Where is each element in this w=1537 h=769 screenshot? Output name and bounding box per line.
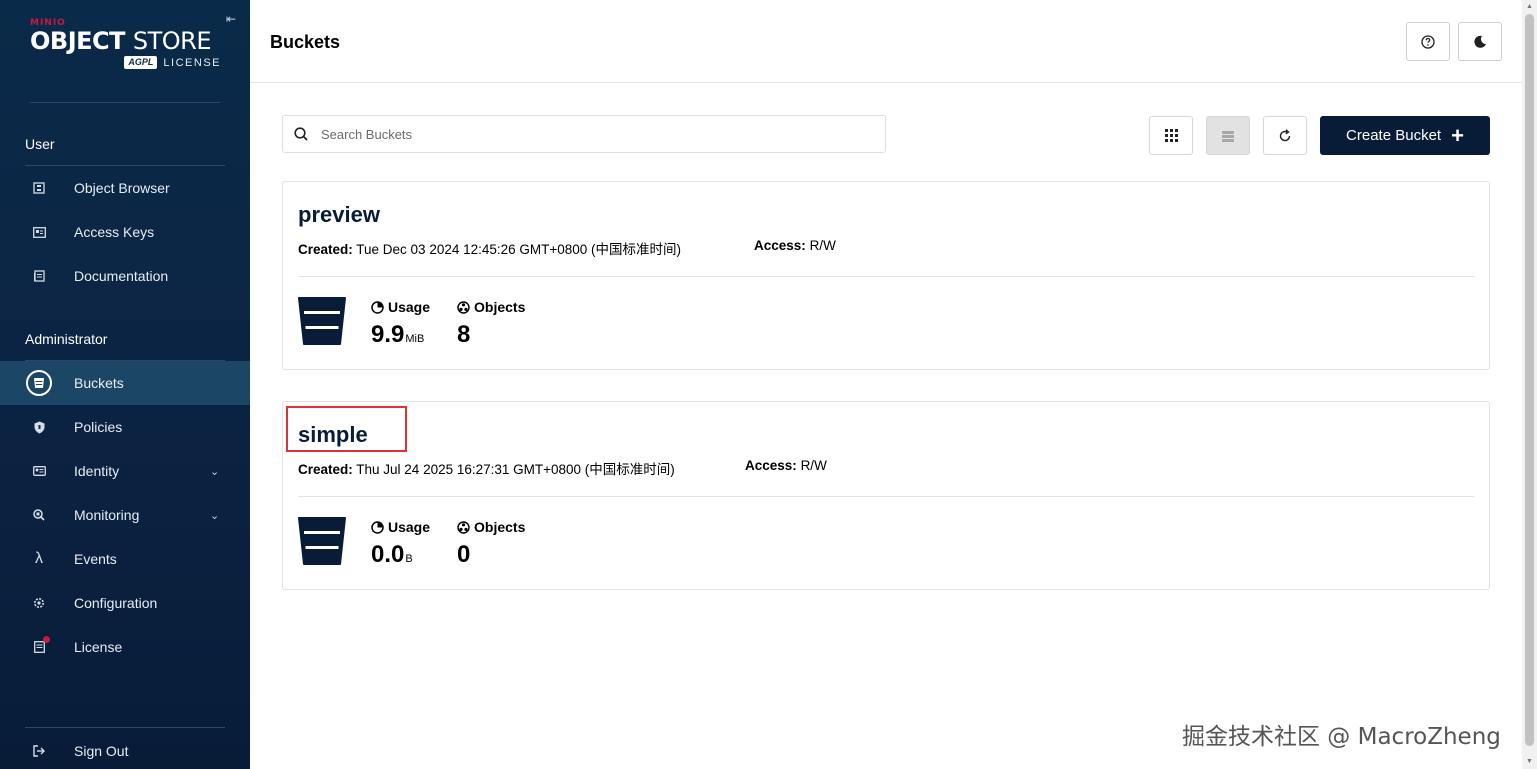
bucket-created: Created: Thu Jul 24 2025 16:27:31 GMT+08… [298, 462, 675, 477]
list-view-button[interactable] [1206, 116, 1250, 155]
bucket-created: Created: Tue Dec 03 2024 12:45:26 GMT+08… [298, 242, 682, 257]
objects-header: Objects [457, 519, 525, 535]
create-bucket-label: Create Bucket [1346, 127, 1442, 144]
section-title-user: User [25, 136, 55, 152]
access-keys-icon [30, 223, 48, 241]
sidebar-item-policies[interactable]: Policies [0, 405, 250, 449]
bucket-access: Access: R/W [745, 458, 827, 473]
sidebar-divider [30, 102, 220, 103]
dark-mode-toggle[interactable] [1458, 22, 1502, 61]
sidebar-divider [25, 727, 225, 728]
sidebar-item-label: Identity [74, 463, 120, 479]
refresh-icon [1279, 128, 1291, 141]
create-bucket-button[interactable]: Create Bucket + [1320, 116, 1490, 155]
sidebar-item-label: License [74, 639, 123, 655]
license-icon [30, 636, 50, 656]
section-title-administrator: Administrator [25, 331, 108, 347]
page-title: Buckets [270, 32, 341, 52]
objects-icon [457, 520, 470, 534]
sidebar-item-identity[interactable]: Identity ⌄ [0, 449, 250, 493]
shield-icon [30, 418, 48, 436]
monitoring-icon [30, 506, 48, 524]
identity-icon [30, 462, 48, 480]
sidebar-item-label: Sign Out [74, 743, 129, 759]
sidebar-item-monitoring[interactable]: Monitoring ⌄ [0, 493, 250, 537]
search-bar[interactable] [282, 115, 886, 153]
page-header: Buckets [250, 0, 1522, 83]
bucket-icon [26, 370, 52, 396]
minio-logo: MINIO OBJECT STORE AGPL LICENSE [30, 18, 225, 76]
chevron-down-icon[interactable]: ⌄ [210, 465, 219, 478]
watermark: 掘金技术社区 @ MacroZheng [1182, 724, 1501, 750]
objects-value: 8 [457, 321, 471, 348]
notification-badge [43, 636, 50, 643]
sidebar-item-label: Documentation [74, 268, 169, 284]
grid-view-button[interactable] [1149, 116, 1193, 155]
plus-icon: + [1451, 122, 1464, 148]
bucket-icon [298, 297, 346, 345]
sidebar-item-buckets[interactable]: Buckets [0, 361, 250, 405]
sidebar-item-label: Configuration [74, 595, 158, 611]
documentation-icon [30, 267, 48, 285]
search-input[interactable] [321, 126, 861, 142]
sidebar-item-configuration[interactable]: Configuration [0, 581, 250, 625]
sidebar-item-label: Monitoring [74, 507, 140, 523]
search-icon [294, 127, 308, 141]
sidebar-item-label: Buckets [74, 375, 124, 391]
help-icon [1421, 34, 1435, 49]
sidebar-item-label: Policies [74, 419, 123, 435]
sidebar-item-label: Object Browser [74, 180, 170, 196]
sidebar: ⇤ MINIO OBJECT STORE AGPL LICENSE User O… [0, 0, 250, 769]
sidebar-item-sign-out[interactable]: Sign Out [0, 729, 250, 769]
bucket-card[interactable]: simple Created: Thu Jul 24 2025 16:27:31… [282, 401, 1490, 590]
usage-value: 0.0B [371, 541, 413, 568]
usage-stat: Usage 0.0B [371, 519, 430, 569]
refresh-button[interactable] [1263, 116, 1307, 155]
scroll-down-icon[interactable]: ▼ [1525, 757, 1534, 766]
logo-license-row: AGPL LICENSE [30, 56, 225, 69]
sidebar-item-events[interactable]: λ Events [0, 537, 250, 581]
chevron-down-icon[interactable]: ⌄ [210, 509, 219, 522]
grid-icon [1164, 129, 1178, 142]
usage-value: 9.9MiB [371, 321, 425, 348]
bucket-card[interactable]: preview Created: Tue Dec 03 2024 12:45:2… [282, 181, 1490, 370]
scrollbar-thumb[interactable] [1525, 14, 1534, 746]
usage-stat: Usage 9.9MiB [371, 299, 430, 349]
sidebar-item-access-keys[interactable]: Access Keys [0, 210, 250, 254]
objects-stat: Objects 8 [457, 299, 525, 349]
usage-header: Usage [371, 299, 430, 315]
scroll-up-icon[interactable]: ▲ [1525, 2, 1534, 11]
list-icon [1222, 130, 1234, 142]
objects-value: 0 [457, 541, 471, 568]
moon-icon [1474, 35, 1486, 48]
object-browser-icon [30, 179, 48, 197]
card-divider [298, 276, 1474, 277]
agpl-badge: AGPL [124, 56, 158, 69]
objects-stat: Objects 0 [457, 519, 525, 569]
lambda-icon: λ [35, 550, 43, 567]
pie-chart-icon [371, 520, 384, 534]
usage-header: Usage [371, 519, 430, 535]
sign-out-icon [30, 742, 48, 760]
card-divider [298, 496, 1474, 497]
help-button[interactable] [1406, 22, 1450, 61]
objects-header: Objects [457, 299, 525, 315]
sidebar-item-documentation[interactable]: Documentation [0, 254, 250, 298]
objects-icon [457, 300, 470, 314]
sidebar-item-license[interactable]: License [0, 625, 250, 669]
sidebar-item-object-browser[interactable]: Object Browser [0, 166, 250, 210]
annotation-highlight-box [286, 406, 407, 452]
sidebar-item-label: Access Keys [74, 224, 155, 240]
bucket-name-link[interactable]: preview [298, 202, 380, 228]
vertical-scrollbar[interactable]: ▲ ▼ [1522, 0, 1537, 769]
sidebar-item-label: Events [74, 551, 117, 567]
pie-chart-icon [371, 300, 384, 314]
bucket-icon [298, 517, 346, 565]
bucket-access: Access: R/W [754, 238, 836, 253]
logo-product: OBJECT STORE [30, 27, 212, 55]
gear-icon [30, 594, 48, 612]
collapse-sidebar-icon[interactable]: ⇤ [226, 12, 240, 26]
logo-license-text: LICENSE [163, 56, 221, 69]
